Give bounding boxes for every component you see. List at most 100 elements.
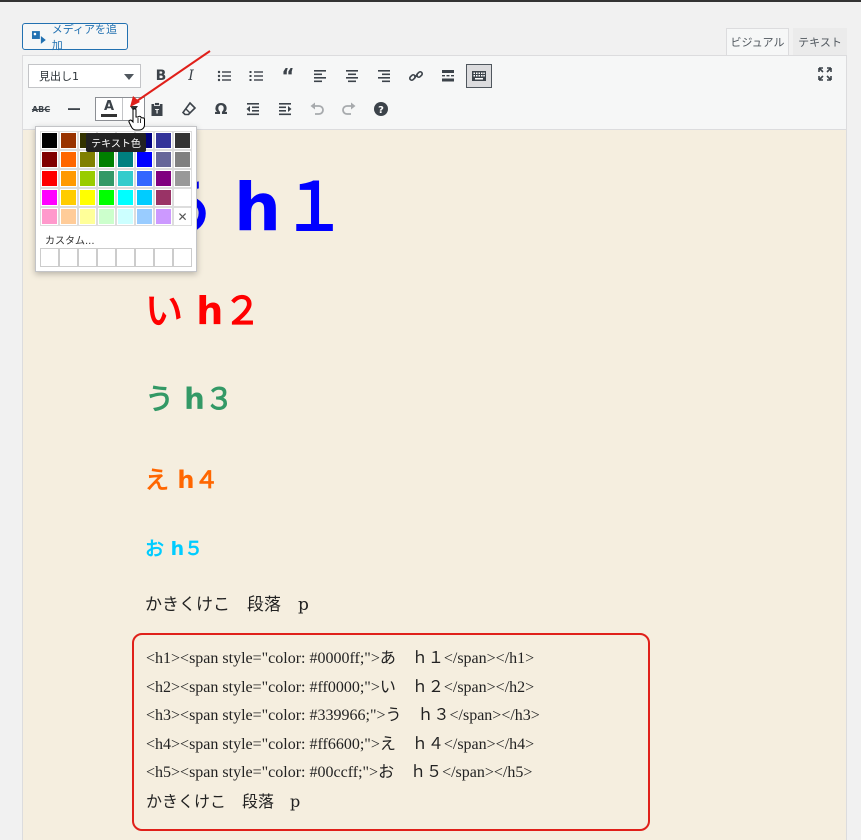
heading-2: い h２ bbox=[145, 289, 262, 333]
align-right-button[interactable] bbox=[371, 64, 397, 88]
tab-visual[interactable]: ビジュアル bbox=[726, 28, 789, 55]
code-line: <h5><span style="color: #00ccff;">お ｈ５</… bbox=[146, 764, 533, 782]
code-line: かきくけこ 段落 p bbox=[146, 791, 301, 811]
color-swatch[interactable] bbox=[154, 150, 173, 169]
custom-color-swatch[interactable] bbox=[97, 248, 116, 267]
align-center-button[interactable] bbox=[339, 64, 365, 88]
numbered-list-button[interactable] bbox=[243, 64, 269, 88]
tab-text-label: テキスト bbox=[798, 35, 842, 49]
color-swatch[interactable] bbox=[97, 207, 116, 226]
redo-icon bbox=[342, 102, 356, 115]
color-swatch[interactable] bbox=[135, 169, 154, 188]
heading-3: う h３ bbox=[145, 382, 234, 416]
color-swatch[interactable] bbox=[173, 131, 192, 150]
custom-color-row bbox=[40, 248, 192, 267]
color-swatch[interactable] bbox=[116, 207, 135, 226]
color-swatch[interactable] bbox=[135, 188, 154, 207]
color-swatch[interactable] bbox=[59, 131, 78, 150]
horizontal-line-icon bbox=[68, 108, 80, 110]
code-line: <h2><span style="color: #ff0000;">い ｈ２</… bbox=[146, 678, 535, 696]
color-swatch[interactable] bbox=[40, 188, 59, 207]
link-button[interactable] bbox=[403, 64, 429, 88]
color-swatch[interactable] bbox=[116, 169, 135, 188]
custom-color-swatch[interactable] bbox=[116, 248, 135, 267]
align-right-icon bbox=[378, 70, 390, 83]
color-swatch[interactable] bbox=[173, 150, 192, 169]
fullscreen-icon bbox=[818, 67, 832, 81]
text-color-swatch bbox=[101, 114, 117, 117]
custom-color-swatch[interactable] bbox=[78, 248, 97, 267]
heading-4: え h４ bbox=[145, 466, 219, 494]
align-left-button[interactable] bbox=[307, 64, 333, 88]
fullscreen-button[interactable] bbox=[812, 63, 838, 85]
custom-color-swatch[interactable] bbox=[173, 248, 192, 267]
color-swatch[interactable] bbox=[116, 188, 135, 207]
add-media-button[interactable]: メディアを追加 bbox=[22, 22, 128, 52]
outdent-icon bbox=[246, 103, 259, 116]
color-swatch[interactable] bbox=[97, 188, 116, 207]
custom-color-swatch[interactable] bbox=[154, 248, 173, 267]
color-swatch[interactable] bbox=[78, 169, 97, 188]
custom-color-label[interactable]: カスタム... bbox=[45, 232, 95, 247]
custom-color-swatch[interactable] bbox=[40, 248, 59, 267]
custom-color-swatch[interactable] bbox=[59, 248, 78, 267]
color-swatch[interactable] bbox=[59, 150, 78, 169]
outdent-button[interactable] bbox=[240, 97, 266, 121]
color-swatch[interactable] bbox=[173, 188, 192, 207]
color-swatch[interactable] bbox=[78, 188, 97, 207]
color-swatch[interactable] bbox=[40, 207, 59, 226]
indent-icon bbox=[279, 103, 292, 116]
read-more-button[interactable] bbox=[435, 64, 461, 88]
blockquote-button[interactable]: “ bbox=[275, 64, 301, 88]
undo-button[interactable] bbox=[304, 97, 330, 121]
heading-5: お h５ bbox=[145, 538, 204, 560]
code-line: <h4><span style="color: #ff6600;">え ｈ４</… bbox=[146, 735, 535, 753]
align-left-icon bbox=[314, 70, 326, 83]
color-swatch[interactable] bbox=[173, 169, 192, 188]
color-swatch[interactable] bbox=[154, 207, 173, 226]
color-swatch[interactable] bbox=[97, 150, 116, 169]
horizontal-line-button[interactable] bbox=[61, 97, 87, 121]
color-swatch[interactable] bbox=[59, 169, 78, 188]
text-color-apply[interactable]: A bbox=[96, 98, 122, 120]
paragraph: かきくけこ 段落 p bbox=[145, 595, 309, 615]
redo-button[interactable] bbox=[336, 97, 362, 121]
color-swatch[interactable] bbox=[40, 169, 59, 188]
color-swatch[interactable] bbox=[135, 207, 154, 226]
tooltip: テキスト色 bbox=[86, 133, 146, 152]
add-media-label: メディアを追加 bbox=[51, 22, 118, 52]
no-color-swatch[interactable]: ✕ bbox=[173, 207, 192, 226]
color-swatch[interactable] bbox=[116, 150, 135, 169]
custom-color-swatch[interactable] bbox=[135, 248, 154, 267]
window-top-border bbox=[0, 0, 861, 2]
color-swatch[interactable] bbox=[154, 131, 173, 150]
keyboard-icon bbox=[472, 71, 486, 81]
color-swatch[interactable] bbox=[154, 188, 173, 207]
code-line: <h3><span style="color: #339966;">う ｈ３</… bbox=[146, 707, 540, 725]
align-center-icon bbox=[346, 70, 358, 83]
tab-text[interactable]: テキスト bbox=[793, 28, 847, 55]
color-swatch[interactable] bbox=[97, 169, 116, 188]
color-swatch[interactable] bbox=[78, 207, 97, 226]
indent-button[interactable] bbox=[272, 97, 298, 121]
link-icon bbox=[408, 70, 424, 82]
color-swatch[interactable] bbox=[40, 131, 59, 150]
color-swatch[interactable] bbox=[154, 169, 173, 188]
color-swatch[interactable] bbox=[135, 150, 154, 169]
color-swatch[interactable] bbox=[59, 207, 78, 226]
hand-cursor-icon bbox=[128, 108, 145, 131]
strikethrough-button[interactable]: ABC bbox=[28, 97, 54, 121]
toolbar-toggle-button[interactable] bbox=[466, 64, 492, 88]
read-more-icon bbox=[442, 70, 454, 82]
numbered-list-icon bbox=[249, 71, 263, 81]
tab-visual-label: ビジュアル bbox=[730, 36, 785, 49]
color-swatch[interactable] bbox=[78, 150, 97, 169]
code-line: <h1><span style="color: #0000ff;">あ ｈ１</… bbox=[146, 650, 535, 667]
undo-icon bbox=[310, 102, 324, 115]
html-source-annotation: <h1><span style="color: #0000ff;">あ ｈ１</… bbox=[132, 633, 650, 831]
color-swatch[interactable] bbox=[40, 150, 59, 169]
media-icon bbox=[31, 30, 46, 44]
help-button[interactable]: ? bbox=[368, 97, 394, 121]
svg-text:?: ? bbox=[378, 105, 384, 116]
color-swatch[interactable] bbox=[59, 188, 78, 207]
